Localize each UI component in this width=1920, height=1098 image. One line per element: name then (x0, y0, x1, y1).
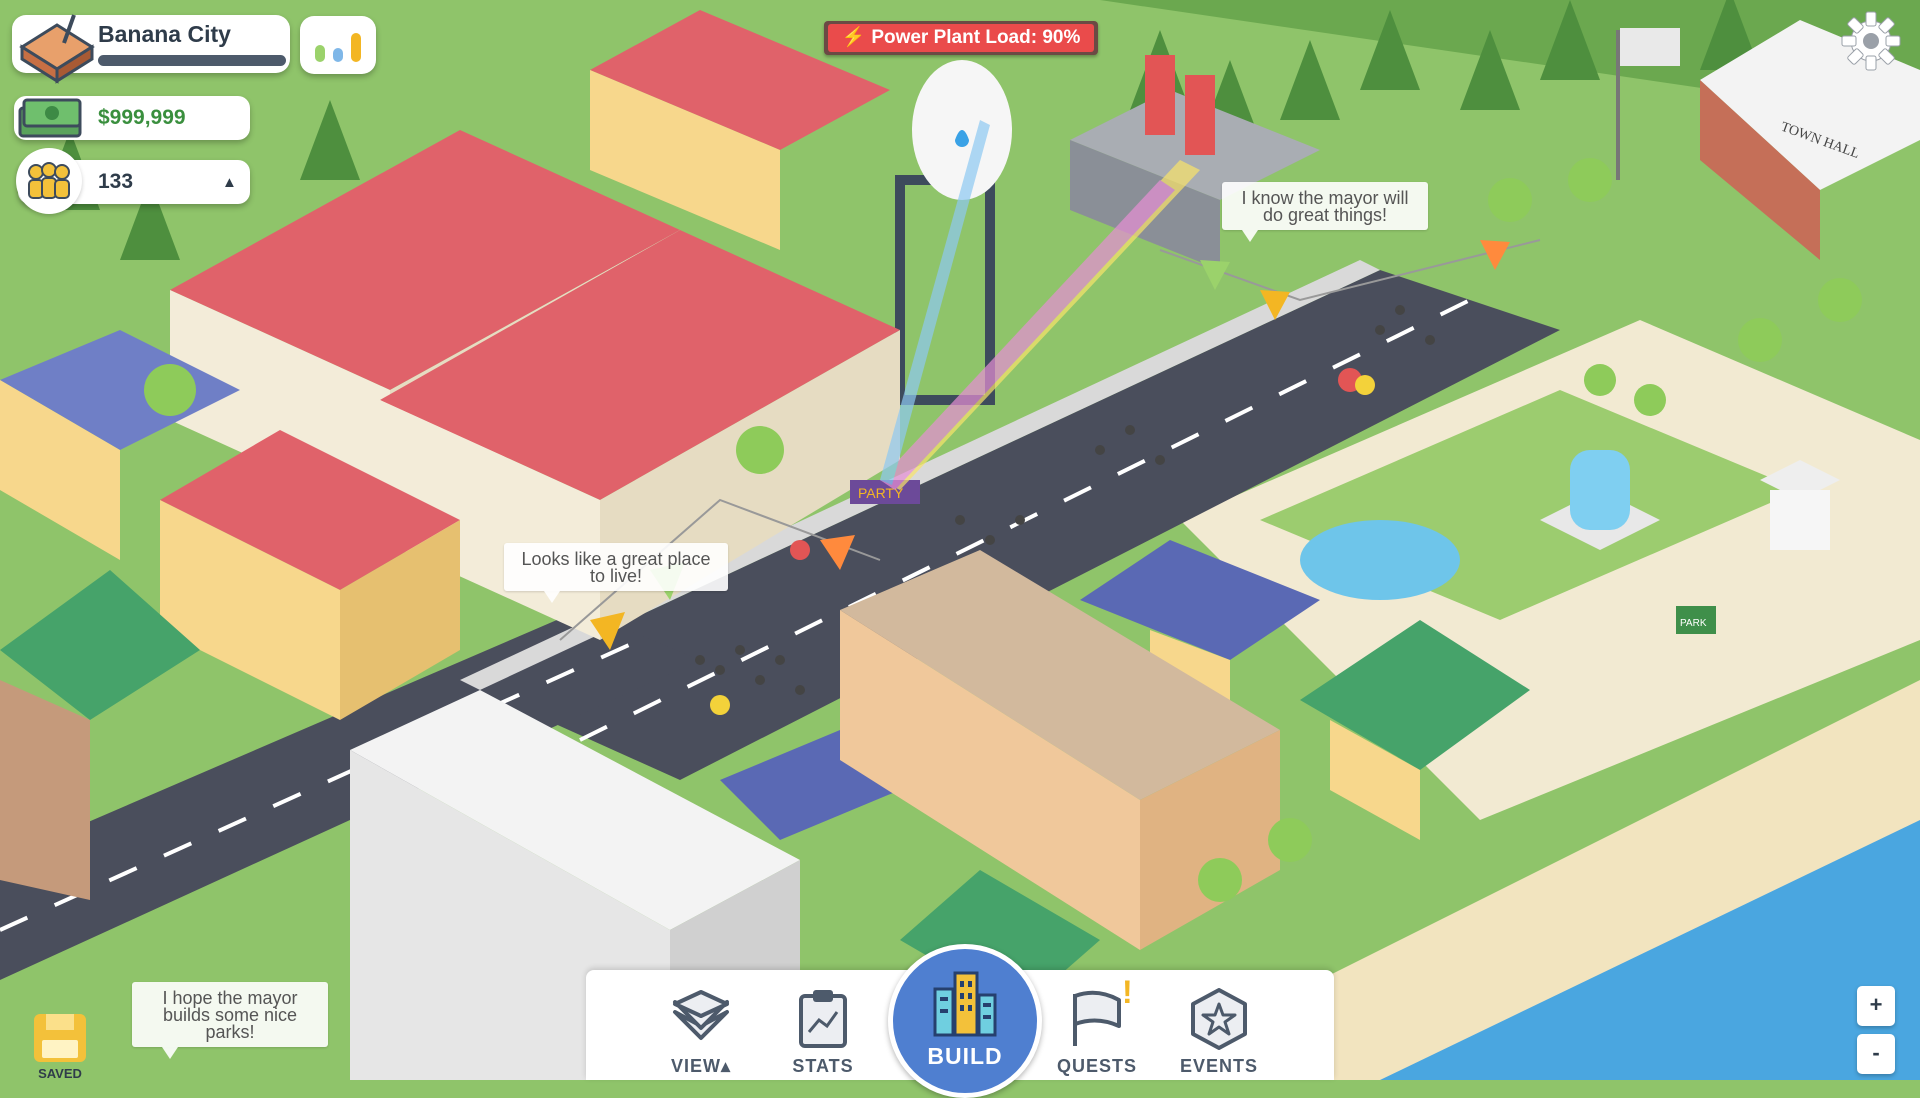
money-panel[interactable]: $999,999 (14, 96, 250, 140)
stats-button[interactable]: STATS (778, 988, 868, 1078)
money-value: $999,999 (98, 106, 186, 129)
build-button[interactable]: BUILD (888, 944, 1042, 1098)
population-trend-icon: ▲ (222, 174, 237, 191)
population-icon (16, 148, 82, 214)
population-value: 133 (98, 170, 134, 193)
city-map[interactable]: TOWN HALL PARK PARTY (0, 0, 1920, 1080)
quests-label: QUESTS (1056, 1056, 1137, 1076)
meter-bar-blue (333, 48, 343, 62)
meter-bar-gold (351, 33, 361, 62)
city-panel[interactable]: Banana City (12, 14, 290, 84)
view-label: VIEW (670, 1056, 721, 1076)
meter-bar-green (315, 45, 325, 62)
star-badge-icon (1191, 988, 1247, 1050)
flag-icon (1073, 990, 1121, 1046)
cash-stack-icon (18, 98, 82, 138)
view-button[interactable]: VIEW▴ (656, 988, 746, 1078)
save-indicator[interactable]: SAVED (28, 1010, 92, 1081)
buildings-icon (933, 971, 997, 1037)
city-progress-bar (98, 55, 286, 66)
events-label: EVENTS (1179, 1056, 1259, 1076)
pond (1300, 520, 1460, 600)
floppy-disk-icon (34, 1014, 86, 1062)
power-plant-alert[interactable]: ⚡ Power Plant Load: 90% (824, 21, 1098, 55)
settings-gear-icon[interactable] (1840, 10, 1902, 72)
zoom-in-button[interactable]: + (1857, 986, 1895, 1026)
quests-badge-icon: ! (1122, 974, 1133, 1010)
stats-label: STATS (792, 1056, 854, 1076)
speech-bubble: I know the mayor will do great things! (1222, 182, 1428, 242)
svg-text:PARK: PARK (1680, 618, 1707, 629)
quests-button[interactable]: ! QUESTS (1052, 974, 1142, 1078)
alert-text: Power Plant Load: 90% (871, 27, 1081, 48)
party-sign: PARTY (850, 480, 920, 504)
clipboard-chart-icon (799, 990, 847, 1048)
zoom-out-button[interactable]: - (1857, 1034, 1895, 1074)
lightning-icon: ⚡ (841, 27, 866, 48)
park-sign: PARK (1676, 606, 1716, 634)
layers-icon (673, 990, 729, 1040)
saved-label: SAVED (38, 1066, 82, 1081)
city-name: Banana City (98, 21, 231, 47)
events-button[interactable]: EVENTS (1174, 988, 1264, 1078)
zoom-out-label: - (1872, 1040, 1880, 1065)
utility-meter-button[interactable] (300, 16, 376, 74)
zoom-in-label: + (1869, 992, 1883, 1017)
population-panel[interactable]: 133 ▲ (16, 148, 250, 214)
view-arrow-icon: ▴ (720, 1056, 732, 1076)
speech-bubble: I hope the mayor builds some nice parks! (132, 982, 328, 1059)
sandbox-city-icon (19, 14, 95, 84)
speech-bubble: Looks like a great place to live! (504, 543, 728, 603)
build-label: BUILD (927, 1043, 1003, 1069)
